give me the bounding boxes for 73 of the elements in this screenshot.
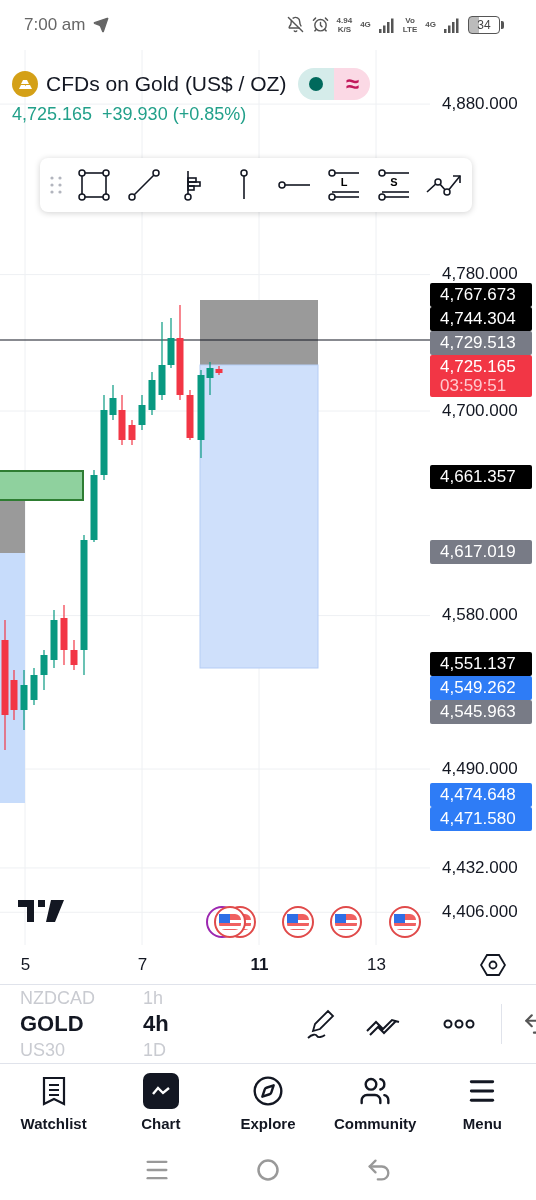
time-label: 5 xyxy=(20,954,31,974)
time-label: 11 xyxy=(250,954,269,974)
candle xyxy=(60,604,68,666)
symbol-option[interactable]: GOLD xyxy=(20,1011,143,1038)
nav-tab[interactable]: Community xyxy=(321,1063,429,1141)
candle xyxy=(186,389,194,441)
flag-icon[interactable] xyxy=(389,905,421,938)
price-marker: 4,545.963 xyxy=(430,700,532,725)
candle xyxy=(30,667,38,706)
trend-line-tool[interactable] xyxy=(126,166,162,203)
home-icon[interactable] xyxy=(256,1158,280,1183)
price-tick: 4,780.000 xyxy=(442,264,518,285)
price-marker: 4,767.673 xyxy=(430,283,532,308)
price-tick: 4,700.000 xyxy=(442,400,518,421)
nav-tab[interactable]: Chart xyxy=(107,1063,215,1141)
price-tick: 4,406.000 xyxy=(442,901,518,922)
price-marker: 4,551.137 xyxy=(430,652,532,677)
time-label: 7 xyxy=(137,954,148,974)
paper-plane-icon xyxy=(93,16,110,33)
price-tick: 4,580.000 xyxy=(442,605,518,626)
logo-icon xyxy=(18,899,64,922)
price-marker: 4,549.262 xyxy=(430,676,532,701)
candle xyxy=(128,419,136,446)
candle xyxy=(40,649,48,691)
long-icon xyxy=(327,167,361,202)
price-marker: 4,729.513 xyxy=(430,331,532,356)
flag-icon[interactable] xyxy=(282,905,314,938)
drag-handle-icon[interactable] xyxy=(50,174,62,195)
candle xyxy=(138,394,146,431)
network-speed: 4.94 K/S xyxy=(336,15,353,34)
event-flags-drawing[interactable] xyxy=(206,905,256,938)
price-marker: 4,725.165 03:59:51 xyxy=(430,355,532,398)
short-icon xyxy=(377,167,411,202)
price-marker: 4,617.019 xyxy=(430,540,532,565)
volte-indicator: Vo LTE xyxy=(402,15,418,34)
symbol-title: CFDs on Gold (US$ / OZ) xyxy=(46,71,287,96)
flag-icon[interactable] xyxy=(330,905,362,938)
interval-option[interactable]: 4h xyxy=(143,1011,263,1038)
status-symbol: ≈ xyxy=(334,67,371,100)
candle xyxy=(148,371,156,416)
vertical-line-icon xyxy=(238,167,250,202)
network-type: 4G xyxy=(425,20,436,30)
status-time: 7:00 am xyxy=(24,14,86,35)
status-dot xyxy=(309,76,324,91)
price-marker: 4,471.580 xyxy=(430,806,532,831)
nav-tab[interactable]: Watchlist xyxy=(0,1063,108,1141)
horizontal-ray-icon xyxy=(277,179,311,190)
price-marker: 4,661.357 xyxy=(430,464,532,489)
price-marker: 4,744.304 xyxy=(430,307,532,332)
time-label: 13 xyxy=(367,954,386,974)
signal-icon xyxy=(444,16,460,33)
nav-tab[interactable]: Menu xyxy=(428,1063,536,1141)
alarm-icon xyxy=(311,16,329,34)
rectangle-icon xyxy=(77,167,111,202)
nav-tab[interactable]: Explore xyxy=(214,1063,322,1141)
price-marker: 4,474.648 xyxy=(430,782,532,807)
network-type: 4G xyxy=(360,20,371,30)
trend-line-icon xyxy=(127,167,161,202)
price-tick: 4,490.000 xyxy=(442,758,518,779)
candle xyxy=(20,669,28,731)
price-change: +39.930 (+0.85%) xyxy=(102,103,247,125)
price-tick: 4,880.000 xyxy=(442,93,518,114)
settings-icon[interactable] xyxy=(480,951,506,978)
rectangle-tool[interactable] xyxy=(76,166,112,203)
ingot-icon xyxy=(12,70,38,97)
bell-off-icon xyxy=(286,16,304,34)
signal-icon xyxy=(378,16,395,33)
price-tick: 4,432.000 xyxy=(442,857,518,878)
last-price: 4,725.165 xyxy=(12,103,93,125)
candle xyxy=(50,609,58,669)
long-tool[interactable]: L xyxy=(326,166,362,203)
candle xyxy=(70,639,78,671)
short-tool[interactable]: S xyxy=(376,166,412,203)
